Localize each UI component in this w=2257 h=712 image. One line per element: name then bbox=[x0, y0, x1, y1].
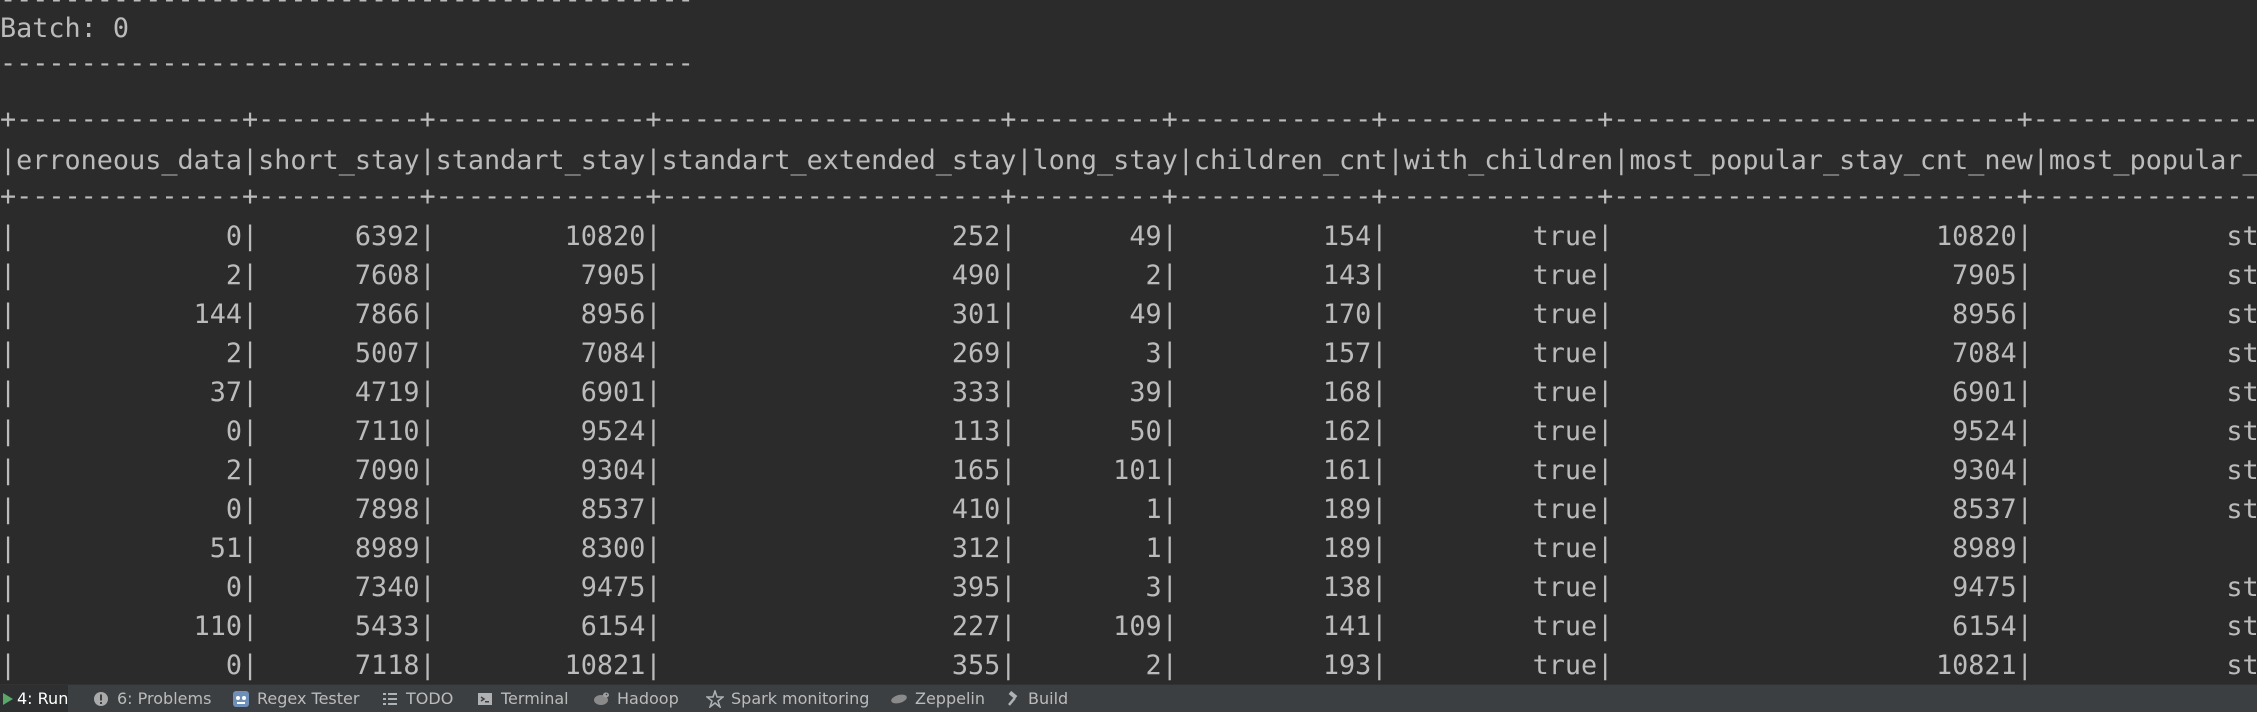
table-row: | 0| 6392| 10820| 252| 49| 154| true| 10… bbox=[0, 221, 2257, 252]
separator-line: ----------------------------------------… bbox=[0, 48, 694, 79]
tab-run[interactable]: 4: Run bbox=[0, 685, 68, 712]
table-row: | 0| 7898| 8537| 410| 1| 189| true| 8537… bbox=[0, 494, 2257, 525]
table-row: | 2| 7090| 9304| 165| 101| 161| true| 93… bbox=[0, 455, 2257, 486]
table-row: | 0| 7118| 10821| 355| 2| 193| true| 108… bbox=[0, 650, 2257, 681]
table-row: | 2| 7608| 7905| 490| 2| 143| true| 7905… bbox=[0, 260, 2257, 291]
tab-spark-monitoring[interactable]: Spark monitoring bbox=[706, 685, 869, 712]
tab-regex-tester-label: Regex Tester bbox=[257, 689, 360, 708]
problems-icon bbox=[92, 690, 110, 708]
tab-todo-label: TODO bbox=[406, 689, 454, 708]
tab-build[interactable]: Build bbox=[1003, 685, 1068, 712]
tab-zeppelin-label: Zeppelin bbox=[915, 689, 985, 708]
tab-todo[interactable]: TODO bbox=[381, 685, 453, 712]
table-row: | 144| 7866| 8956| 301| 49| 170| true| 8… bbox=[0, 299, 2257, 330]
tab-problems[interactable]: 6: Problems bbox=[92, 685, 211, 712]
table-row: | 0| 7340| 9475| 395| 3| 138| true| 9475… bbox=[0, 572, 2257, 603]
tab-zeppelin[interactable]: Zeppelin bbox=[890, 685, 985, 712]
tab-build-label: Build bbox=[1028, 689, 1069, 708]
table-border: +--------------+----------+-------------… bbox=[0, 181, 2257, 212]
spark-icon bbox=[706, 689, 724, 708]
tab-hadoop[interactable]: Hadoop bbox=[592, 685, 679, 712]
run-icon bbox=[2, 690, 14, 708]
todo-icon bbox=[381, 690, 399, 708]
table-row: | 51| 8989| 8300| 312| 1| 189| true| 898… bbox=[0, 533, 2257, 564]
tab-problems-label: 6: Problems bbox=[117, 689, 212, 708]
build-icon bbox=[1003, 690, 1021, 708]
tab-hadoop-label: Hadoop bbox=[617, 689, 679, 708]
terminal-icon bbox=[476, 690, 494, 708]
batch-label: Batch: 0 bbox=[0, 13, 130, 44]
table-row: | 37| 4719| 6901| 333| 39| 168| true| 69… bbox=[0, 377, 2257, 408]
tab-regex-tester[interactable]: Regex Tester bbox=[232, 685, 359, 712]
table-row: | 2| 5007| 7084| 269| 3| 157| true| 7084… bbox=[0, 338, 2257, 369]
tab-run-label: 4: Run bbox=[17, 689, 69, 708]
table-row: | 0| 7110| 9524| 113| 50| 162| true| 952… bbox=[0, 416, 2257, 447]
table-border: +--------------+----------+-------------… bbox=[0, 104, 2257, 135]
run-console-output[interactable]: ----------------------------------------… bbox=[0, 0, 2257, 684]
tab-terminal[interactable]: Terminal bbox=[476, 685, 569, 712]
hadoop-icon bbox=[592, 690, 610, 708]
tab-spark-monitoring-label: Spark monitoring bbox=[731, 689, 870, 708]
zeppelin-icon bbox=[890, 690, 908, 708]
table-header: |erroneous_data|short_stay|standart_stay… bbox=[0, 145, 2257, 176]
tool-window-bar: 4: Run 6: Problems Regex Tester TODO Ter… bbox=[0, 684, 2257, 712]
regex-icon bbox=[232, 690, 250, 708]
table-row: | 110| 5433| 6154| 227| 109| 141| true| … bbox=[0, 611, 2257, 642]
tab-terminal-label: Terminal bbox=[501, 689, 569, 708]
